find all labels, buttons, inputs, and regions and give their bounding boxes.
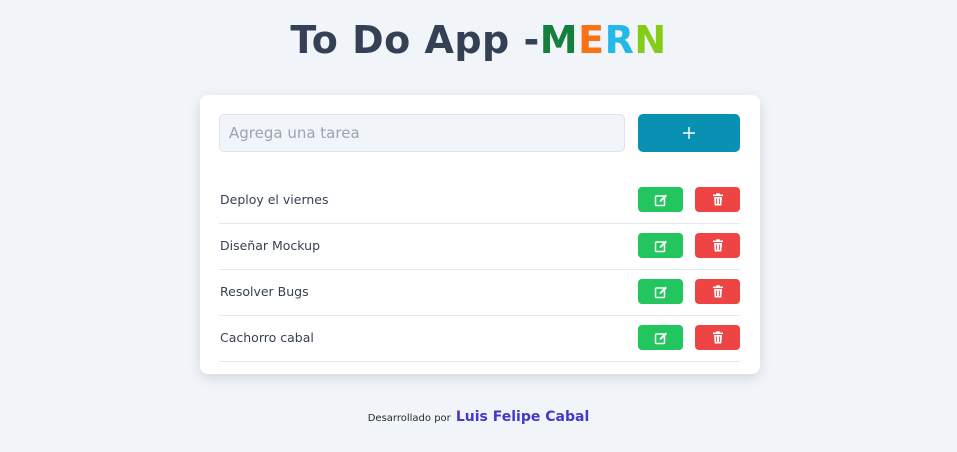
footer-prefix: Desarrollado por [367, 413, 451, 424]
trash-icon [712, 331, 723, 344]
edit-icon [654, 194, 667, 206]
plus-icon [683, 127, 695, 139]
task-row: Diseñar Mockup [219, 224, 740, 270]
edit-task-button[interactable] [638, 279, 683, 304]
app-title: To Do App -MERN [0, 18, 957, 62]
footer: Desarrollado por Luis Felipe Cabal [0, 406, 957, 425]
delete-task-button[interactable] [695, 279, 740, 304]
task-input[interactable] [219, 114, 625, 152]
task-list: Deploy el viernes Diseñar Mockup Resolve… [219, 178, 740, 362]
task-row: Resolver Bugs [219, 270, 740, 316]
edit-icon [654, 240, 667, 252]
trash-icon [712, 193, 723, 206]
edit-task-button[interactable] [638, 233, 683, 258]
app-title-letter-m: M [539, 18, 579, 62]
author-link[interactable]: Luis Felipe Cabal [456, 409, 589, 425]
delete-task-button[interactable] [695, 187, 740, 212]
edit-task-button[interactable] [638, 187, 683, 212]
edit-icon [654, 332, 667, 344]
trash-icon [712, 239, 723, 252]
add-task-button[interactable] [638, 114, 740, 152]
task-row: Cachorro cabal [219, 316, 740, 362]
app-title-letter-r: R [604, 18, 635, 62]
app-title-letter-n: N [634, 18, 667, 62]
task-label: Diseñar Mockup [220, 238, 321, 253]
task-label: Resolver Bugs [220, 284, 309, 299]
app-title-letter-e: E [578, 18, 605, 62]
trash-icon [712, 285, 723, 298]
task-label: Deploy el viernes [220, 192, 329, 207]
delete-task-button[interactable] [695, 233, 740, 258]
task-row: Deploy el viernes [219, 178, 740, 224]
todo-card: Deploy el viernes Diseñar Mockup [200, 95, 760, 374]
app-title-prefix: To Do App - [290, 18, 540, 62]
delete-task-button[interactable] [695, 325, 740, 350]
edit-icon [654, 286, 667, 298]
edit-task-button[interactable] [638, 325, 683, 350]
task-label: Cachorro cabal [220, 330, 314, 345]
